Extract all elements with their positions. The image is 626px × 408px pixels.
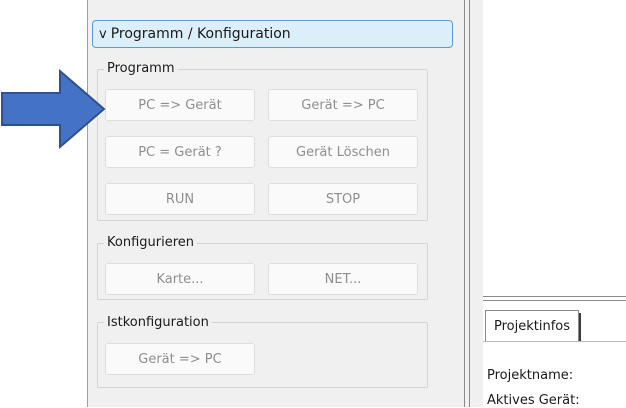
splitter[interactable] (461, 0, 483, 407)
net-button[interactable]: NET... (268, 263, 418, 295)
group-legend-programm: Programm (104, 61, 178, 77)
group-legend-istkonfiguration: Istkonfiguration (104, 315, 212, 331)
splitter-line (464, 0, 465, 407)
right-arrow-icon (1, 68, 106, 150)
pc-to-device-button[interactable]: PC => Gerät (105, 89, 255, 121)
device-to-pc-button[interactable]: Gerät => PC (268, 89, 418, 121)
group-legend-konfigurieren: Konfigurieren (104, 235, 198, 251)
card-button[interactable]: Karte... (105, 263, 255, 295)
tab-label: Projektinfos (494, 319, 571, 334)
compare-button[interactable]: PC = Gerät ? (105, 136, 255, 168)
run-button[interactable]: RUN (105, 183, 255, 215)
section-title: Programm / Konfiguration (110, 26, 291, 42)
section-header-programm-konfiguration[interactable]: v Programm / Konfiguration (92, 20, 453, 48)
tab-baseline (483, 341, 626, 342)
delete-device-button[interactable]: Gerät Löschen (268, 136, 418, 168)
actual-config-device-to-pc-button[interactable]: Gerät => PC (105, 343, 255, 375)
tab-bar: Projektinfos (485, 307, 626, 342)
splitter-line (469, 0, 470, 407)
tab-shadow (579, 313, 582, 342)
stop-button[interactable]: STOP (268, 183, 418, 215)
panel-divider (483, 300, 626, 301)
active-device-label: Aktives Gerät: (487, 393, 580, 408)
project-name-label: Projektname: (487, 368, 574, 383)
panel-divider (483, 296, 626, 297)
tab-projektinfos[interactable]: Projektinfos (485, 310, 582, 342)
chevron-down-icon: v (99, 26, 107, 42)
right-panel (483, 0, 626, 407)
